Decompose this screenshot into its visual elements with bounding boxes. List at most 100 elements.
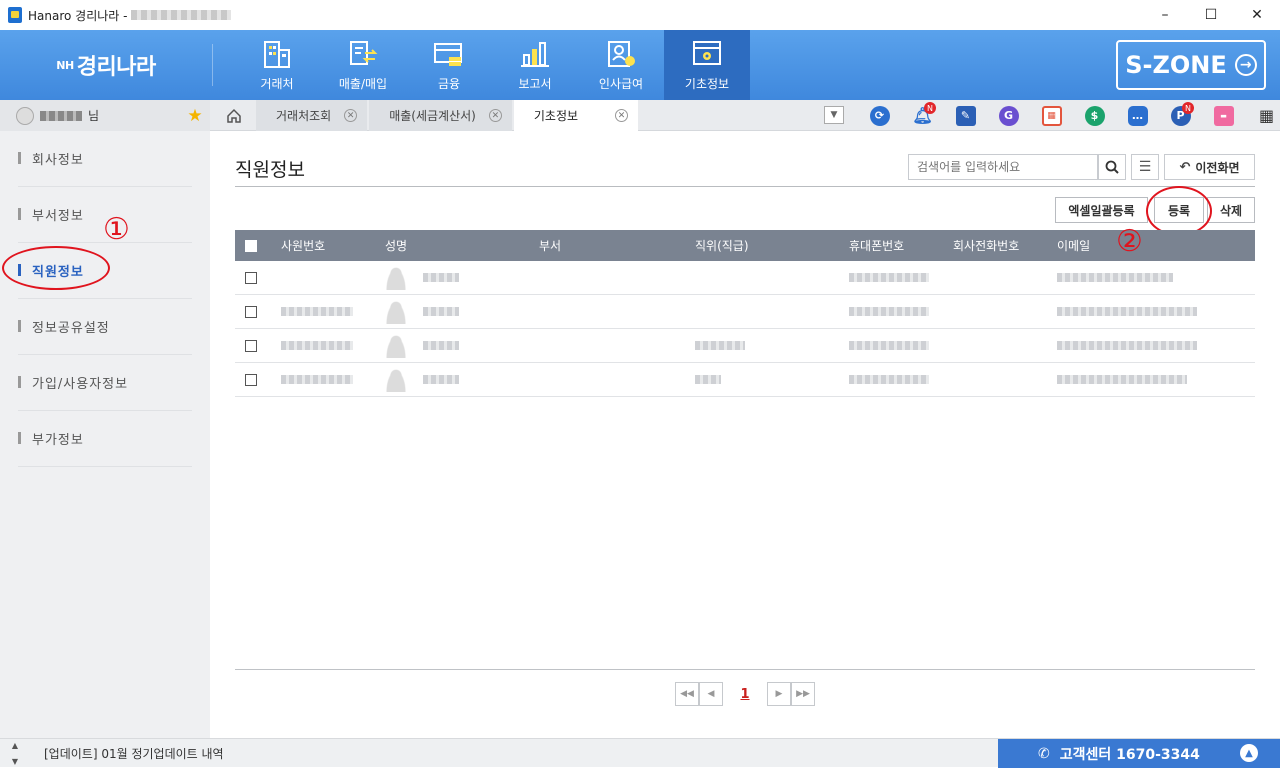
scroll-top-icon[interactable]: ▲ <box>1240 744 1258 762</box>
table-header: 사원번호 성명 부서 직위(직급) 휴대폰번호 회사전화번호 이메일 <box>235 230 1255 261</box>
new-badge: N <box>924 102 936 114</box>
customer-center[interactable]: ✆ 고객센터 1670-3344 ▲ <box>998 739 1280 768</box>
point-quick[interactable]: PN <box>1159 100 1202 131</box>
redacted-mobile <box>849 374 929 384</box>
money-quick[interactable]: $ <box>1073 100 1116 131</box>
last-page-button[interactable]: ▶▶ <box>791 682 815 706</box>
redacted-name <box>423 375 459 384</box>
brand-logo[interactable]: NH 경리나라 <box>0 30 212 100</box>
close-tab-icon[interactable]: ✕ <box>488 109 502 122</box>
notice-scroller[interactable]: ▲ ▼ <box>8 741 22 766</box>
sidebar-item-department-info[interactable]: 부서정보 <box>18 187 192 243</box>
chat-icon: … <box>1127 105 1148 126</box>
menu-label: 보고서 <box>518 76 552 91</box>
col-employee-no[interactable]: 사원번호 <box>281 237 385 254</box>
next-page-button[interactable]: ▶ <box>767 682 791 706</box>
close-button[interactable]: ✕ <box>1234 0 1280 30</box>
col-name[interactable]: 성명 <box>385 237 539 254</box>
menu-item-reports[interactable]: 보고서 <box>492 30 578 100</box>
register-button[interactable]: 등록 <box>1154 197 1204 223</box>
sidebar-item-company-info[interactable]: 회사정보 <box>18 131 192 187</box>
szone-button[interactable]: S-ZONE → <box>1116 40 1266 90</box>
update-notice[interactable]: [업데이트] 01월 정기업데이트 내역 <box>44 745 224 762</box>
table-row[interactable] <box>235 363 1255 397</box>
col-email[interactable]: 이메일 <box>1057 237 1090 254</box>
user-info[interactable]: 님 <box>0 100 180 131</box>
menu-item-finance[interactable]: 금융 <box>406 30 492 100</box>
excel-bulk-register-button[interactable]: 엑셀일괄등록 <box>1055 197 1148 223</box>
redacted-position <box>695 374 721 384</box>
menu-label: 기초정보 <box>684 76 730 91</box>
tab-list-dropdown[interactable]: ▼ <box>824 106 844 124</box>
menu-item-clients[interactable]: 거래처 <box>234 30 320 100</box>
tab-label: 기초정보 <box>533 109 579 123</box>
menu-item-sales-purchase[interactable]: 매출/매입 <box>320 30 406 100</box>
home-tab[interactable] <box>212 100 256 131</box>
quick-toolbar: ⟳ 🔔︎ N ✎ G ▦ $ … PN ▬ ▦ <box>858 100 1280 131</box>
favorite-star-icon[interactable]: ★ <box>180 100 210 131</box>
prev-page-button[interactable]: ◀ <box>699 682 723 706</box>
new-badge: N <box>1182 102 1194 114</box>
g-quick[interactable]: G <box>987 100 1030 131</box>
menu-item-basic-info[interactable]: 기초정보 <box>664 30 750 100</box>
delete-button[interactable]: 삭제 <box>1207 197 1255 223</box>
sidebar-item-info-sharing[interactable]: 정보공유설정 <box>18 299 192 355</box>
dollar-icon: $ <box>1084 105 1105 126</box>
calendar-quick[interactable]: ▦ <box>1030 100 1073 131</box>
first-page-button[interactable]: ◀◀ <box>675 682 699 706</box>
avatar-icon <box>16 106 34 125</box>
row-checkbox[interactable] <box>245 339 257 352</box>
tab-label: 매출(세금계산서) <box>389 109 476 123</box>
minimize-button[interactable]: – <box>1142 0 1188 30</box>
close-tab-icon[interactable]: ✕ <box>615 109 629 122</box>
title-divider <box>235 186 1255 187</box>
col-department[interactable]: 부서 <box>539 237 695 254</box>
search-button[interactable] <box>1098 154 1126 180</box>
nh-memo-quick[interactable]: ▬ <box>1202 100 1245 131</box>
redacted-mobile <box>849 340 929 350</box>
szone-label: S-ZONE <box>1125 51 1227 79</box>
row-checkbox[interactable] <box>245 271 257 284</box>
window-title: Hanaro 경리나라 - <box>28 8 128 23</box>
title-bar: Hanaro 경리나라 - – ☐ ✕ <box>0 0 1280 30</box>
menu-item-hr-payroll[interactable]: 인사급여 <box>578 30 664 100</box>
tab-basic-info[interactable]: 기초정보 ✕ <box>513 100 639 131</box>
row-checkbox[interactable] <box>245 305 257 318</box>
refresh-quick[interactable]: ⟳ <box>858 100 901 131</box>
table-row[interactable] <box>235 261 1255 295</box>
close-tab-icon[interactable]: ✕ <box>344 109 358 122</box>
memo-quick[interactable]: ✎ <box>944 100 987 131</box>
sidebar-item-account-info[interactable]: 가입/사용자정보 <box>18 355 192 411</box>
col-company-phone[interactable]: 회사전화번호 <box>953 237 1057 254</box>
col-position[interactable]: 직위(직급) <box>695 237 849 254</box>
table-row[interactable] <box>235 295 1255 329</box>
down-arrow-icon[interactable]: ▼ <box>12 757 18 766</box>
back-button[interactable]: ↶ 이전화면 <box>1164 154 1255 180</box>
apps-quick[interactable]: ▦ <box>1245 100 1280 131</box>
up-arrow-icon[interactable]: ▲ <box>12 741 18 750</box>
redacted-mobile <box>849 306 929 316</box>
col-mobile[interactable]: 휴대폰번호 <box>849 237 953 254</box>
tab-sales-invoice[interactable]: 매출(세금계산서) ✕ <box>369 100 512 131</box>
redacted-mobile <box>849 272 929 282</box>
search-input[interactable] <box>908 154 1098 180</box>
redacted-name <box>423 273 459 282</box>
maximize-button[interactable]: ☐ <box>1188 0 1234 30</box>
chat-quick[interactable]: … <box>1116 100 1159 131</box>
sidebar-item-employee-info[interactable]: 직원정보 <box>18 243 192 299</box>
back-label: 이전화면 <box>1195 160 1240 175</box>
page-number[interactable]: 1 <box>723 687 767 702</box>
card-coin-icon <box>434 42 462 66</box>
main-content: 직원정보 ☰ ↶ 이전화면 엑셀일괄등록 등록 삭제 사원번호 성명 부서 직위… <box>210 131 1280 738</box>
sidebar-item-additional-info[interactable]: 부가정보 <box>18 411 192 467</box>
tab-client-lookup[interactable]: 거래처조회 ✕ <box>256 100 368 131</box>
row-checkbox[interactable] <box>245 373 257 386</box>
list-view-button[interactable]: ☰ <box>1131 154 1159 180</box>
exchange-doc-icon <box>350 40 378 65</box>
grid-apps-icon: ▦ <box>1258 106 1275 125</box>
notification-quick[interactable]: 🔔︎ N <box>901 100 944 131</box>
table-row[interactable] <box>235 329 1255 363</box>
brand-name: 경리나라 <box>76 55 156 80</box>
select-all-checkbox[interactable] <box>245 239 257 252</box>
brand-divider <box>212 44 213 86</box>
